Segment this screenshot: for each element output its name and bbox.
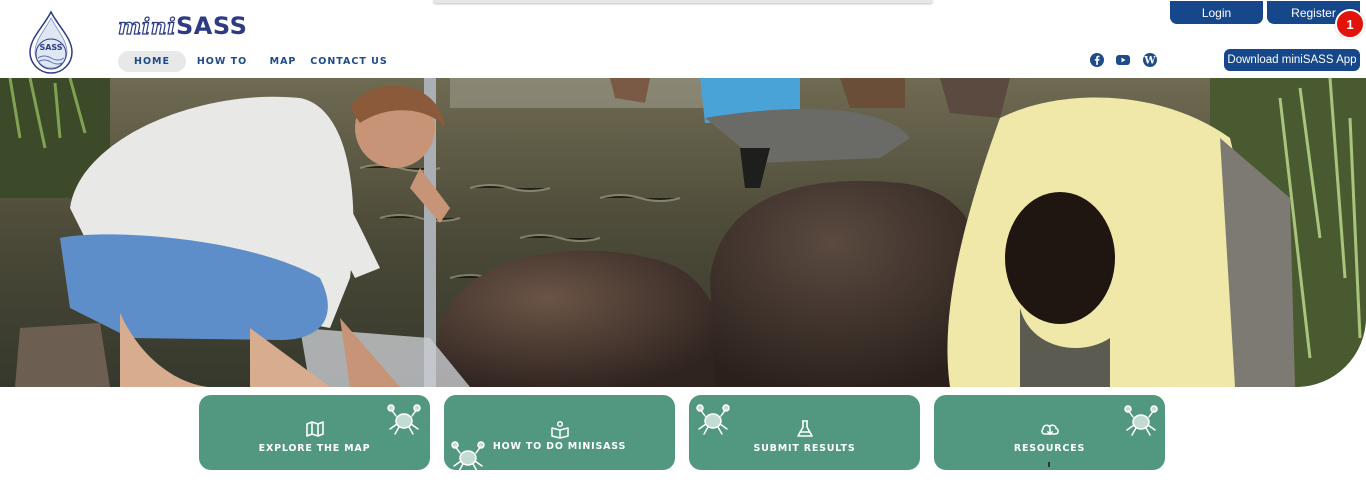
map-icon: [305, 421, 324, 437]
cloud-download-icon: [1040, 424, 1059, 436]
minisass-logo[interactable]: SASS: [24, 10, 78, 74]
login-button[interactable]: Login: [1170, 1, 1263, 24]
explore-map-card[interactable]: EXPLORE THE MAP: [199, 395, 430, 470]
tooltip-marker: [1048, 462, 1050, 467]
facebook-icon[interactable]: [1089, 52, 1105, 68]
crab-icon: [1124, 405, 1158, 436]
nav-item-how-to[interactable]: HOW TO: [188, 51, 256, 72]
hero-image: [0, 78, 1366, 387]
site-header: SASS miniSASS HOME HOW TO MAP CONTACT US…: [0, 0, 1366, 78]
card-label: SUBMIT RESULTS: [753, 443, 856, 454]
nav-item-home[interactable]: HOME: [118, 50, 186, 72]
crab-icon: [696, 404, 730, 435]
flask-icon: [796, 420, 813, 437]
wordpress-icon[interactable]: W: [1142, 52, 1158, 68]
crab-icon: [387, 404, 421, 435]
logo-text: SASS: [39, 43, 62, 52]
card-label: EXPLORE THE MAP: [258, 443, 371, 454]
how-to-card[interactable]: HOW TO DO MINISASS: [444, 395, 675, 470]
brand-name-sass: SASS: [176, 12, 248, 40]
book-reader-icon: [550, 420, 569, 439]
submit-results-card[interactable]: SUBMIT RESULTS: [689, 395, 920, 470]
brand-name-mini: mini: [117, 13, 176, 40]
svg-text:W: W: [1143, 56, 1156, 67]
notification-badge[interactable]: 1: [1335, 9, 1365, 39]
brand-wordmark[interactable]: miniSASS: [117, 12, 248, 41]
nav-item-contact-us[interactable]: CONTACT US: [310, 51, 388, 72]
main-nav: HOME HOW TO MAP CONTACT US: [118, 50, 388, 72]
download-app-button[interactable]: Download miniSASS App: [1224, 49, 1360, 71]
nav-item-map[interactable]: MAP: [258, 51, 308, 72]
resources-card[interactable]: RESOURCES: [934, 395, 1165, 470]
youtube-icon[interactable]: [1115, 52, 1131, 68]
card-label: RESOURCES: [1013, 443, 1086, 454]
top-search-strip: [433, 0, 933, 3]
card-label: HOW TO DO MINISASS: [492, 441, 627, 452]
